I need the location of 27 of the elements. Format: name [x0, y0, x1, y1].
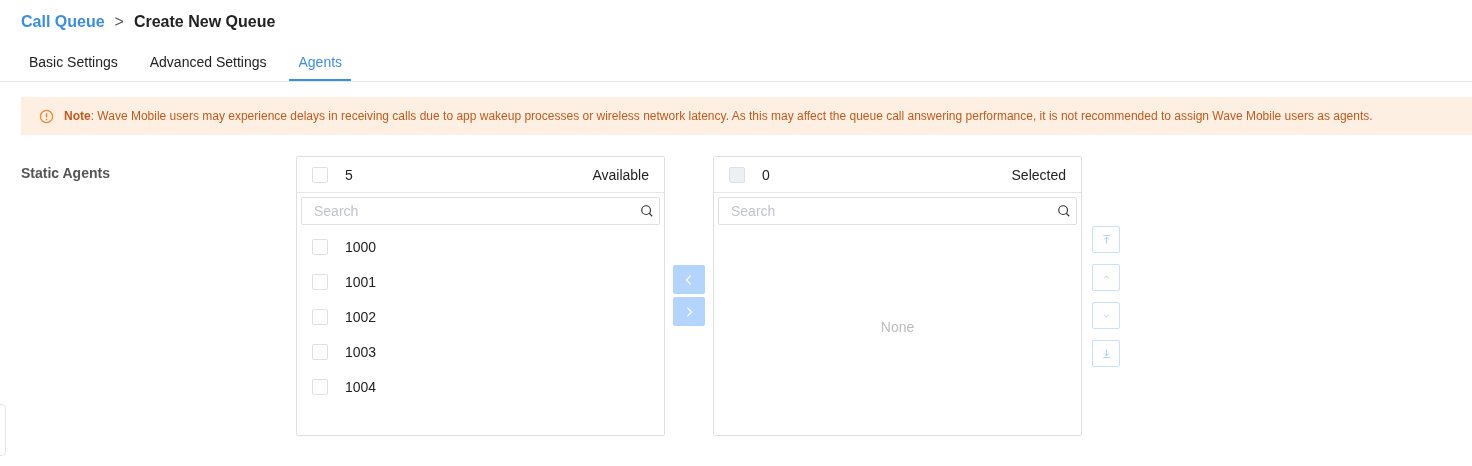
item-count: 0 — [762, 166, 770, 183]
checkbox[interactable] — [312, 378, 328, 395]
checkbox[interactable] — [312, 166, 328, 183]
tab[interactable]: Agents — [289, 50, 352, 81]
agent-item[interactable]: 1001 — [345, 273, 377, 290]
warning-icon — [39, 108, 54, 124]
checkbox[interactable] — [312, 238, 328, 255]
search-field[interactable]: Search — [301, 197, 660, 225]
empty-text: None — [880, 319, 915, 337]
field-label: Static Agents — [21, 165, 111, 181]
search-icon — [1057, 204, 1071, 218]
note-text: Note: Wave Mobile users may experience delays in receiving calls due to app wakeup processes or wireless network latency. As this may affect the queue call answering performance, it is not recommended to assign Wave Mobile users as agents. — [64, 109, 1373, 123]
tab[interactable]: Advanced Settings — [140, 50, 276, 81]
page-title: Create New Queue — [133, 13, 276, 31]
checkbox[interactable] — [312, 343, 328, 360]
panel-title: Available — [592, 166, 649, 183]
agent-item[interactable]: 1002 — [345, 308, 377, 325]
item-count: 5 — [345, 166, 353, 183]
agent-item[interactable]: 1000 — [345, 238, 377, 255]
panel-title: Selected — [1011, 166, 1066, 183]
search-icon — [640, 204, 654, 218]
checkbox[interactable] — [312, 273, 328, 290]
agent-item[interactable]: 1004 — [345, 378, 377, 395]
tab[interactable]: Basic Settings — [20, 50, 127, 81]
agent-item[interactable]: 1003 — [345, 343, 377, 360]
checkbox[interactable] — [312, 308, 328, 325]
breadcrumb-separator: > — [114, 13, 124, 31]
